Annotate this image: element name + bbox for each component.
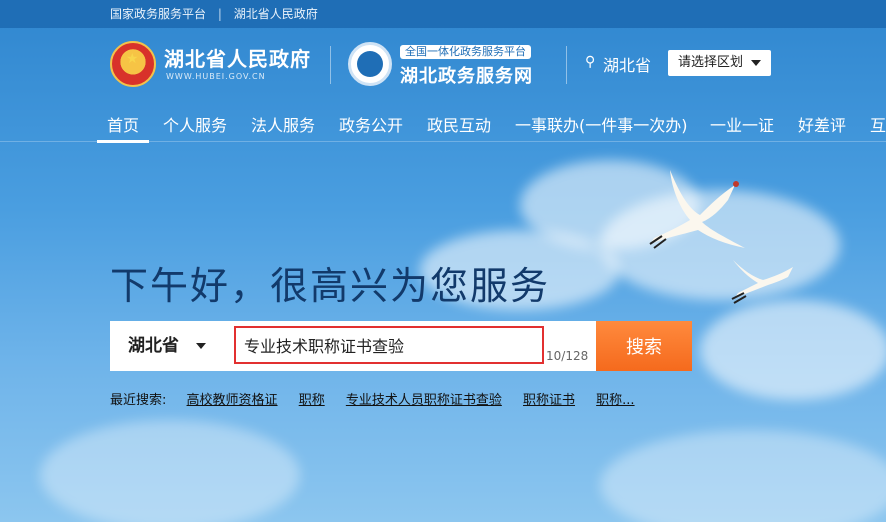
nav-item-home[interactable]: 首页 [96, 112, 150, 143]
search-input[interactable] [234, 326, 544, 364]
national-emblem-icon[interactable]: ★ [110, 41, 156, 87]
site-domain: WWW.HUBEI.GOV.CN [166, 72, 266, 81]
recent-search-link[interactable]: 职称证书 [523, 393, 575, 408]
header: ★ 湖北省人民政府 WWW.HUBEI.GOV.CN 全国一体化政务服务平台 湖… [0, 28, 886, 100]
service-platform-tag: 全国一体化政务服务平台 [400, 45, 531, 59]
region-select-label: 请选择区划 [678, 55, 744, 70]
location-pin-icon: ⚲ [585, 54, 596, 70]
search-region-label: 湖北省 [128, 336, 179, 356]
hubei-government-link[interactable]: 湖北省人民政府 [234, 7, 318, 21]
current-location: 湖北省 [603, 56, 652, 75]
crane-icon [731, 260, 793, 304]
nav-item-interaction[interactable]: 政民互动 [427, 112, 491, 136]
search-char-counter: 10/128 [546, 349, 589, 363]
header-divider [566, 46, 567, 84]
site-name[interactable]: 湖北省人民政府 [164, 43, 311, 72]
national-platform-link[interactable]: 国家政务服务平台 [110, 7, 206, 21]
cloud-decoration [40, 420, 300, 522]
search-region-select[interactable]: 湖北省 [110, 321, 222, 371]
recent-search-link[interactable]: 职称... [596, 393, 634, 408]
header-divider [330, 46, 331, 84]
recent-search-link[interactable]: 职称 [299, 393, 325, 408]
main-nav: 首页 个人服务 法人服务 政务公开 政民互动 一事联办(一件事一次办) 一业一证… [0, 100, 886, 143]
recent-search-link[interactable]: 专业技术人员职称证书查验 [346, 393, 502, 408]
top-bar: 国家政务服务平台 | 湖北省人民政府 [0, 0, 886, 28]
nav-item-interact[interactable]: 互 [870, 112, 886, 136]
greeting-heading: 下午好，很高兴为您服务 [110, 264, 551, 308]
crane-icon [649, 170, 745, 249]
chevron-down-icon [196, 343, 206, 349]
search-button[interactable]: 搜索 [596, 321, 692, 371]
region-select-button[interactable]: 请选择区划 [668, 50, 771, 76]
service-site-name[interactable]: 湖北政务服务网 [400, 62, 533, 88]
topbar-separator: | [217, 7, 222, 21]
nav-item-corporate[interactable]: 法人服务 [251, 112, 315, 136]
chevron-down-icon [751, 60, 761, 66]
nav-item-one-stop[interactable]: 一事联办(一件事一次办) [515, 112, 688, 136]
service-logo-icon[interactable] [348, 42, 392, 86]
cloud-decoration [600, 430, 886, 522]
search-bar: 湖北省 10/128 搜索 [110, 321, 692, 371]
recent-search-link[interactable]: 高校教师资格证 [187, 393, 278, 408]
nav-item-rating[interactable]: 好差评 [798, 112, 846, 136]
recent-searches: 最近搜索: 高校教师资格证 职称 专业技术人员职称证书查验 职称证书 职称... [110, 389, 652, 408]
nav-item-one-license[interactable]: 一业一证 [710, 112, 774, 136]
nav-item-public-affairs[interactable]: 政务公开 [339, 112, 403, 136]
cloud-decoration [700, 300, 886, 400]
nav-item-personal[interactable]: 个人服务 [163, 112, 227, 136]
recent-searches-label: 最近搜索: [110, 393, 167, 408]
